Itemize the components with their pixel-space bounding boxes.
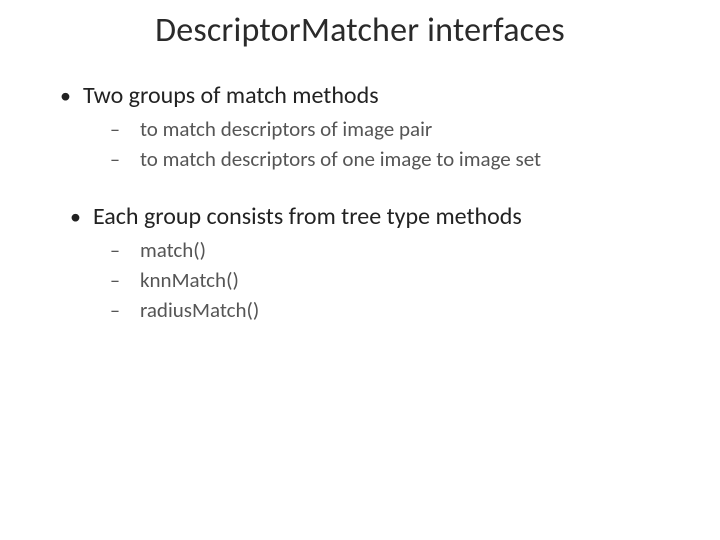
dash-icon: – — [110, 299, 120, 323]
list-item: – match() — [110, 237, 680, 263]
bullet-icon: • — [70, 206, 81, 228]
slide-content: • Two groups of match methods – to match… — [40, 81, 680, 323]
list-item: – to match descriptors of image pair — [110, 116, 680, 142]
list-item: • Two groups of match methods — [60, 81, 680, 110]
list-item-text: match() — [140, 237, 680, 263]
dash-icon: – — [110, 239, 120, 263]
bullet-group-1: • Two groups of match methods – to match… — [60, 81, 680, 172]
bullet-icon: • — [60, 85, 71, 107]
list-item-text: knnMatch() — [140, 267, 680, 293]
list-item-text: Each group consists from tree type metho… — [93, 202, 680, 231]
slide-title: DescriptorMatcher interfaces — [40, 10, 680, 51]
list-item: – to match descriptors of one image to i… — [110, 146, 680, 172]
list-item: • Each group consists from tree type met… — [60, 202, 680, 231]
sub-list: – match() – knnMatch() – radiusMatch() — [60, 237, 680, 323]
slide: DescriptorMatcher interfaces • Two group… — [0, 0, 720, 540]
list-item-text: to match descriptors of image pair — [140, 116, 680, 142]
list-item: – radiusMatch() — [110, 297, 680, 323]
list-item: – knnMatch() — [110, 267, 680, 293]
list-item-text: to match descriptors of one image to ima… — [140, 146, 680, 172]
dash-icon: – — [110, 118, 120, 142]
dash-icon: – — [110, 269, 120, 293]
list-item-text: Two groups of match methods — [83, 81, 680, 110]
sub-list: – to match descriptors of image pair – t… — [60, 116, 680, 172]
dash-icon: – — [110, 148, 120, 172]
list-item-text: radiusMatch() — [140, 297, 680, 323]
bullet-group-2: • Each group consists from tree type met… — [60, 202, 680, 323]
